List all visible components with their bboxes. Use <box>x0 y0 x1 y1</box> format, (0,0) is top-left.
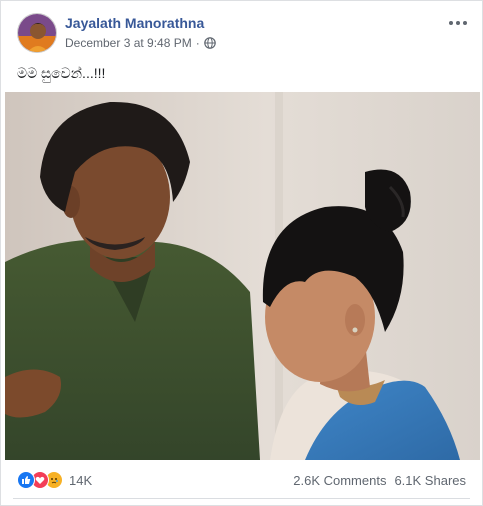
footer-divider <box>13 498 470 499</box>
author-avatar[interactable] <box>17 13 57 53</box>
author-name[interactable]: Jayalath Manorathna <box>65 15 204 31</box>
post-header: Jayalath Manorathna December 3 at 9:48 P… <box>1 1 482 61</box>
post-photo[interactable] <box>5 92 480 460</box>
meta-separator: · <box>195 36 200 50</box>
photo-image <box>5 92 480 460</box>
shares-count-link[interactable]: 6.1K Shares <box>394 473 466 488</box>
globe-icon[interactable] <box>203 37 216 49</box>
post-card: Jayalath Manorathna December 3 at 9:48 P… <box>0 0 483 506</box>
more-options-icon[interactable] <box>446 13 470 33</box>
reaction-count: 14K <box>69 472 93 488</box>
like-icon <box>17 471 35 489</box>
reactions-summary[interactable]: 14K <box>17 471 92 489</box>
comments-count-link[interactable]: 2.6K Comments <box>293 473 386 488</box>
post-timestamp[interactable]: December 3 at 9:48 PM <box>65 36 192 50</box>
post-text: මම සුවෙන්...!!! <box>17 65 106 81</box>
post-meta: December 3 at 9:48 PM · <box>65 36 216 50</box>
engagement-stats: 2.6K Comments 6.1K Shares <box>293 473 466 488</box>
post-footer: 14K 2.6K Comments 6.1K Shares <box>1 461 482 501</box>
avatar-image <box>18 14 56 52</box>
